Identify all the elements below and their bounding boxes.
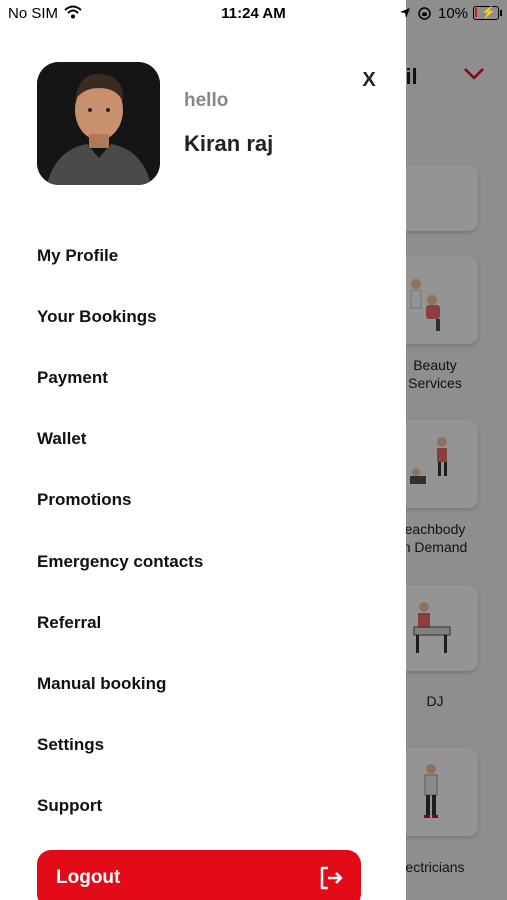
- logout-button[interactable]: Logout: [37, 850, 361, 900]
- menu-item-payment[interactable]: Payment: [37, 358, 377, 419]
- logout-label: Logout: [56, 867, 121, 888]
- battery-percent: 10%: [438, 5, 469, 22]
- battery-icon: ⚡: [473, 5, 499, 20]
- menu-item-referral[interactable]: Referral: [37, 603, 377, 664]
- drawer-menu: My Profile Your Bookings Payment Wallet …: [37, 236, 377, 848]
- menu-item-emergency-contacts[interactable]: Emergency contacts: [37, 542, 377, 603]
- menu-item-settings[interactable]: Settings: [37, 726, 377, 787]
- battery-level-fill: [475, 8, 477, 17]
- user-photo: [37, 62, 160, 185]
- menu-item-promotions[interactable]: Promotions: [37, 481, 377, 542]
- greeting-text: hello: [184, 90, 229, 111]
- battery-nub: [500, 10, 502, 16]
- menu-item-your-bookings[interactable]: Your Bookings: [37, 297, 377, 358]
- rotation-lock-icon: [418, 7, 431, 20]
- avatar[interactable]: [37, 62, 160, 185]
- side-drawer: hello Kiran raj X My Profile Your Bookin…: [0, 0, 406, 900]
- logout-icon: [320, 866, 343, 890]
- menu-item-wallet[interactable]: Wallet: [37, 420, 377, 481]
- location-arrow-icon: [400, 8, 410, 18]
- user-name: Kiran raj: [184, 131, 274, 156]
- menu-item-manual-booking[interactable]: Manual booking: [37, 664, 377, 725]
- close-button[interactable]: X: [357, 68, 381, 92]
- charging-bolt-icon: ⚡: [481, 5, 496, 19]
- menu-item-my-profile[interactable]: My Profile: [37, 236, 377, 297]
- menu-item-support[interactable]: Support: [37, 787, 377, 848]
- status-bar: No SIM 11:24 AM 10% ⚡: [0, 0, 507, 28]
